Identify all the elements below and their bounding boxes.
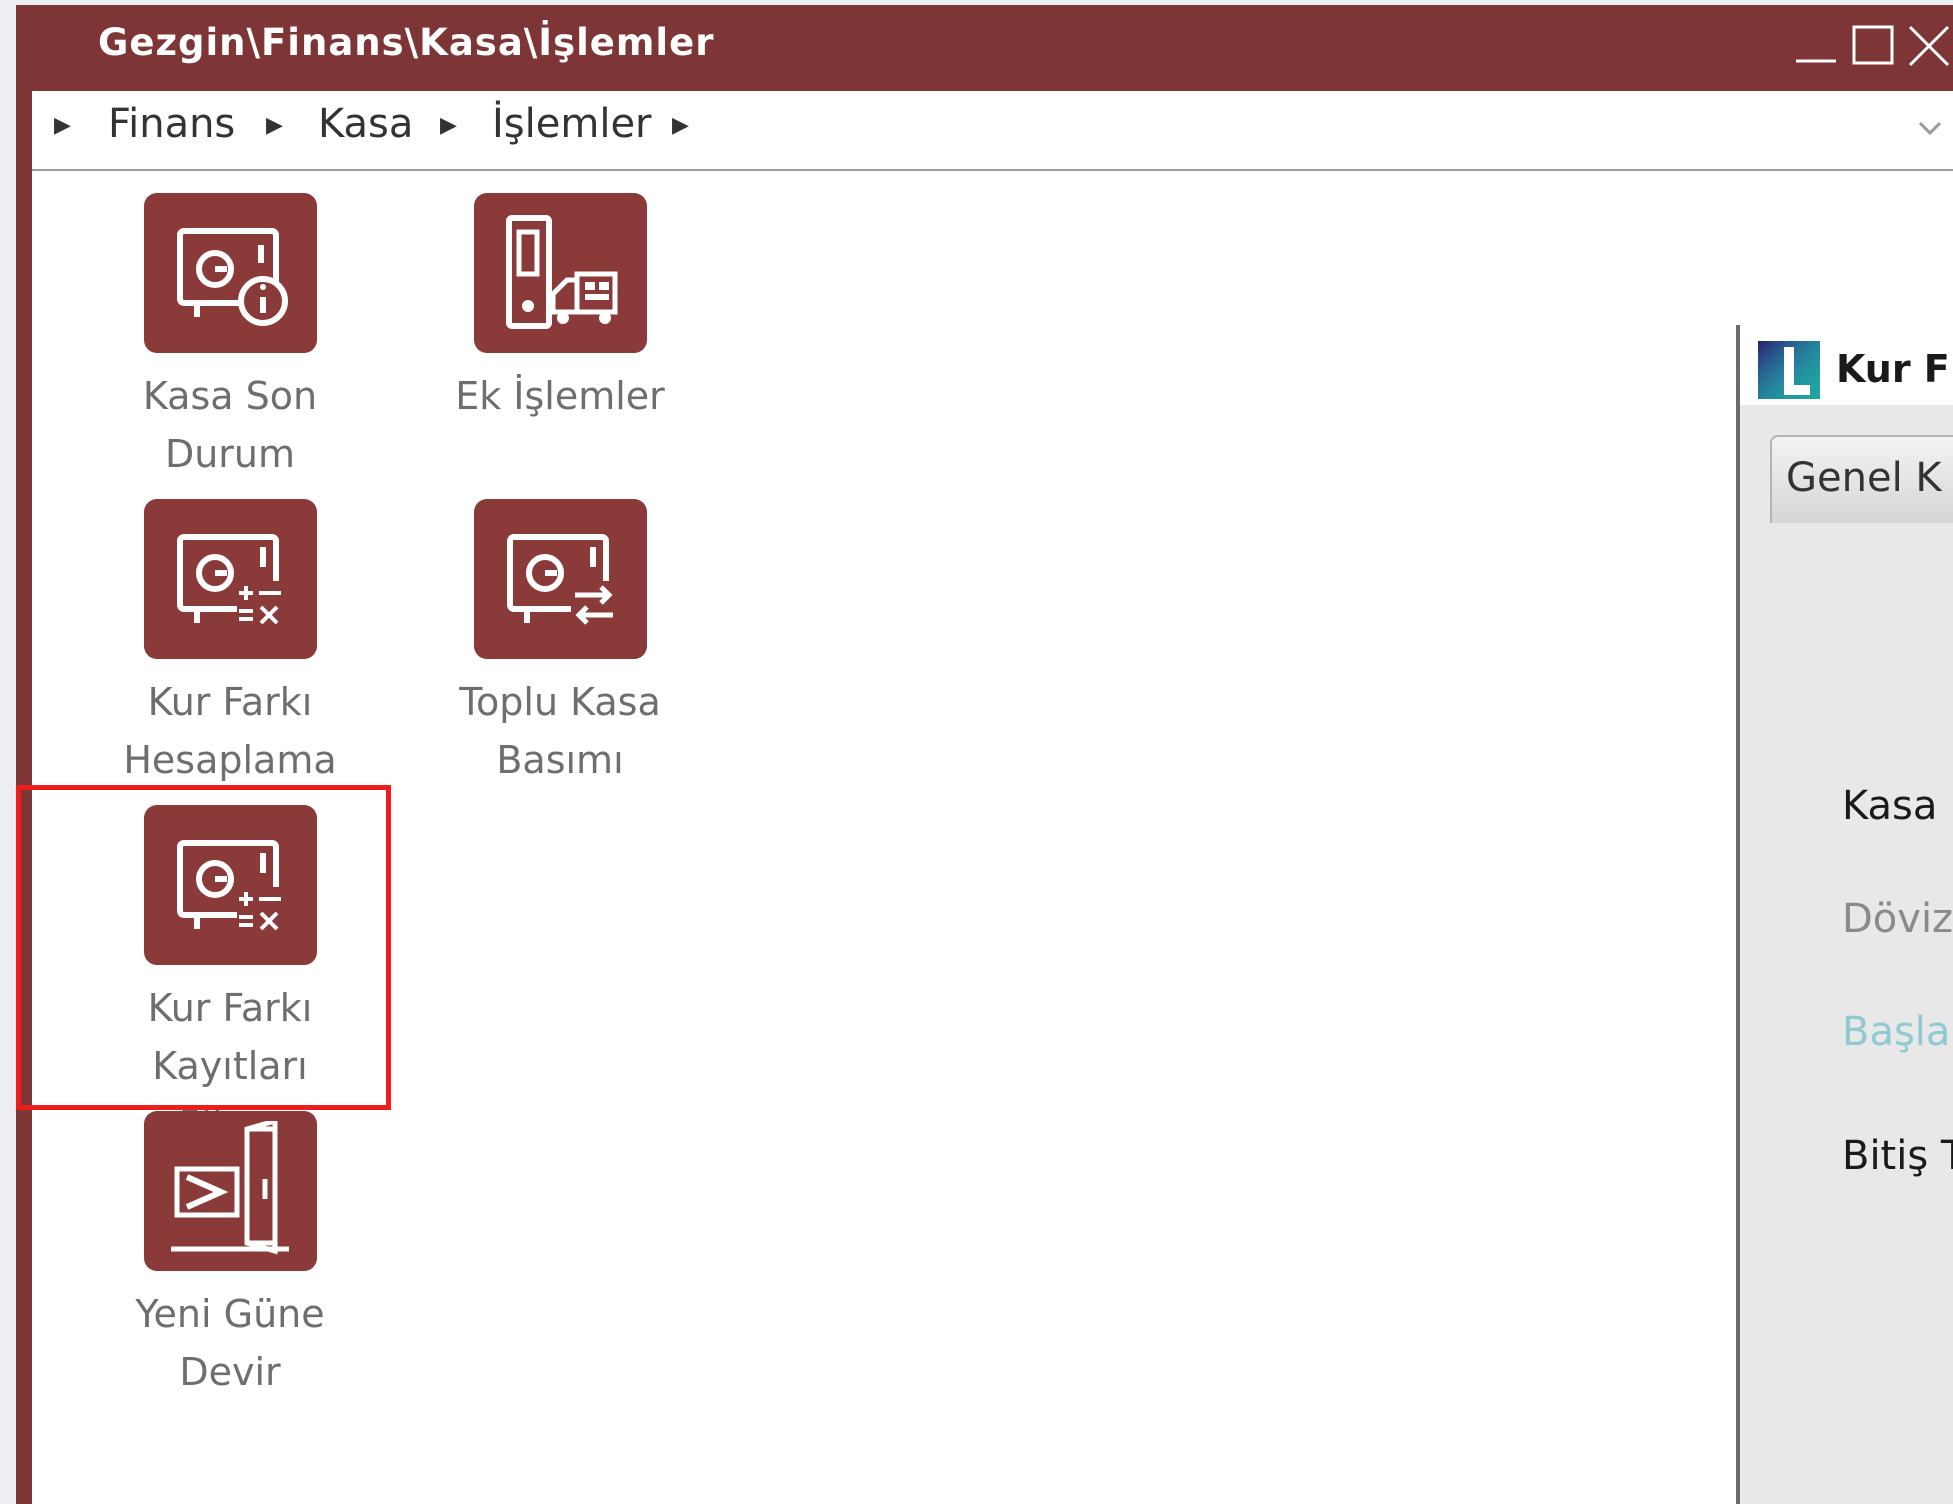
field-label-bitis: Bitiş T [1842, 1133, 1953, 1179]
safe-calc-icon [143, 499, 317, 659]
tile-kasa-son-durum[interactable]: Kasa Son Durum [100, 193, 360, 483]
safe-transfer-icon [473, 499, 647, 659]
tile-label: Kur Farkı Hesaplama [123, 680, 337, 782]
breadcrumb-item-kasa[interactable]: Kasa [318, 101, 413, 147]
ledger-truck-icon [473, 193, 647, 353]
safe-info-icon [143, 193, 317, 353]
breadcrumb-arrow-icon[interactable]: ▶ [672, 113, 689, 138]
tile-label: Kasa Son Durum [142, 374, 318, 476]
tile-label: Yeni Güne Devir [135, 1292, 325, 1394]
field-label-doviz: Döviz [1842, 896, 1953, 942]
tile-toplu-kasa-basimi[interactable]: Toplu Kasa Basımı [430, 499, 690, 789]
breadcrumb: ▶ Finans ▶ Kasa ▶ İşlemler ▶ [32, 91, 1953, 171]
tile-kur-farki-kayitlari-silme[interactable]: Kur Farkı Kayıtları Silme [100, 805, 360, 1153]
breadcrumb-arrow-icon[interactable]: ▶ [440, 113, 457, 138]
dialog-titlebar[interactable]: Kur F [1740, 325, 1953, 405]
breadcrumb-item-islemler[interactable]: İşlemler [492, 101, 652, 147]
window-title: Gezgin\Finans\Kasa\İşlemler [98, 21, 715, 64]
dialog-title: Kur F [1836, 347, 1950, 391]
close-icon [1908, 25, 1950, 67]
tile-kur-farki-hesaplama[interactable]: Kur Farkı Hesaplama [100, 499, 360, 789]
breadcrumb-item-finans[interactable]: Finans [108, 101, 235, 147]
tile-label: Toplu Kasa Basımı [459, 680, 661, 782]
safe-calc-icon [143, 805, 317, 965]
minimize-button[interactable] [1788, 13, 1848, 75]
breadcrumb-arrow-icon[interactable]: ▶ [54, 113, 71, 138]
window-body: ▶ Finans ▶ Kasa ▶ İşlemler ▶ Kasa Son Du… [32, 91, 1953, 1504]
minimize-icon [1796, 59, 1836, 63]
maximize-icon [1852, 25, 1894, 65]
tile-label: Ek İşlemler [455, 374, 665, 418]
history-dropdown-button[interactable] [1910, 105, 1950, 149]
tab-genel[interactable]: Genel K [1770, 435, 1953, 525]
breadcrumb-arrow-icon[interactable]: ▶ [266, 113, 283, 138]
field-label-kasa: Kasa [1842, 783, 1938, 829]
tab-label: Genel K [1786, 455, 1942, 501]
tile-ek-islemler[interactable]: Ek İşlemler [430, 193, 690, 425]
dialog-panel: Kasa Döviz Başla Bitiş T [1764, 523, 1953, 1504]
tile-yeni-gune-devir[interactable]: Yeni Güne Devir [100, 1111, 360, 1401]
kur-farki-dialog: Kur F Genel K Kasa Döviz Başla Bitiş T [1736, 325, 1953, 1504]
door-enter-icon [143, 1111, 317, 1271]
operations-panel: Kasa Son Durum Ek İşlemler Kur Farkı Hes… [32, 171, 1953, 1504]
maximize-button[interactable] [1846, 13, 1906, 75]
field-label-baslangic: Başla [1842, 1009, 1951, 1055]
close-button[interactable] [1904, 13, 1953, 75]
window-titlebar[interactable]: Gezgin\Finans\Kasa\İşlemler [16, 5, 1953, 90]
chevron-down-icon [1918, 121, 1942, 136]
app-logo-icon [1758, 341, 1820, 399]
main-window: Gezgin\Finans\Kasa\İşlemler ▶ Finans ▶ K… [16, 5, 1953, 1504]
